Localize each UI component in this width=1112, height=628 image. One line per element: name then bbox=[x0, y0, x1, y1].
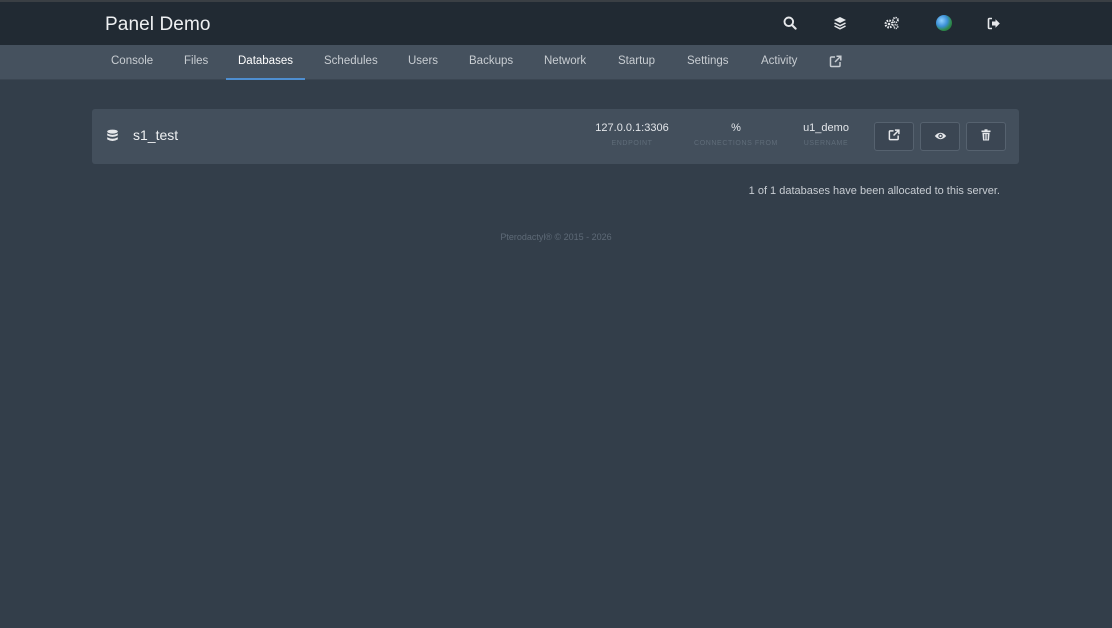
app-title[interactable]: Panel Demo bbox=[105, 14, 211, 36]
database-row: s1_test 127.0.0.1:3306 Endpoint % Connec… bbox=[92, 109, 1019, 164]
endpoint-column: 127.0.0.1:3306 Endpoint bbox=[582, 122, 682, 147]
connections-from-value: % bbox=[731, 122, 741, 134]
open-database-button[interactable] bbox=[874, 122, 914, 151]
external-link-icon bbox=[888, 128, 900, 146]
cogs-icon[interactable] bbox=[881, 13, 901, 33]
tab-settings[interactable]: Settings bbox=[687, 45, 729, 79]
username-value: u1_demo bbox=[803, 122, 849, 134]
server-subnav: Console Files Databases Schedules Users … bbox=[0, 45, 1112, 80]
tab-users[interactable]: Users bbox=[408, 45, 438, 79]
eye-icon bbox=[934, 128, 947, 146]
tab-network[interactable]: Network bbox=[544, 45, 586, 79]
tab-console[interactable]: Console bbox=[111, 45, 153, 79]
endpoint-label: Endpoint bbox=[611, 140, 653, 147]
tab-activity[interactable]: Activity bbox=[761, 45, 797, 79]
layers-icon[interactable] bbox=[830, 13, 850, 33]
footer-copyright: Pterodactyl® © 2015 - 2026 bbox=[500, 232, 612, 242]
username-label: Username bbox=[803, 140, 849, 147]
database-icon bbox=[106, 129, 119, 148]
connections-from-column: % Connections From bbox=[686, 122, 786, 147]
tab-files[interactable]: Files bbox=[184, 45, 208, 79]
tab-databases[interactable]: Databases bbox=[226, 45, 305, 80]
database-name: s1_test bbox=[133, 127, 179, 143]
top-bar: Panel Demo bbox=[0, 0, 1112, 45]
trash-icon bbox=[981, 128, 991, 146]
allocation-status: 1 of 1 databases have been allocated to … bbox=[748, 185, 1000, 197]
tab-backups[interactable]: Backups bbox=[469, 45, 513, 79]
tab-schedules[interactable]: Schedules bbox=[324, 45, 378, 79]
tab-startup[interactable]: Startup bbox=[618, 45, 655, 79]
avatar[interactable] bbox=[934, 13, 954, 33]
username-column: u1_demo Username bbox=[796, 122, 856, 147]
endpoint-value: 127.0.0.1:3306 bbox=[595, 122, 669, 134]
logout-icon[interactable] bbox=[984, 13, 1004, 33]
view-details-button[interactable] bbox=[920, 122, 960, 151]
external-link-icon[interactable] bbox=[829, 55, 842, 69]
connections-from-label: Connections From bbox=[694, 140, 778, 147]
delete-database-button[interactable] bbox=[966, 122, 1006, 151]
search-icon[interactable] bbox=[780, 13, 800, 33]
